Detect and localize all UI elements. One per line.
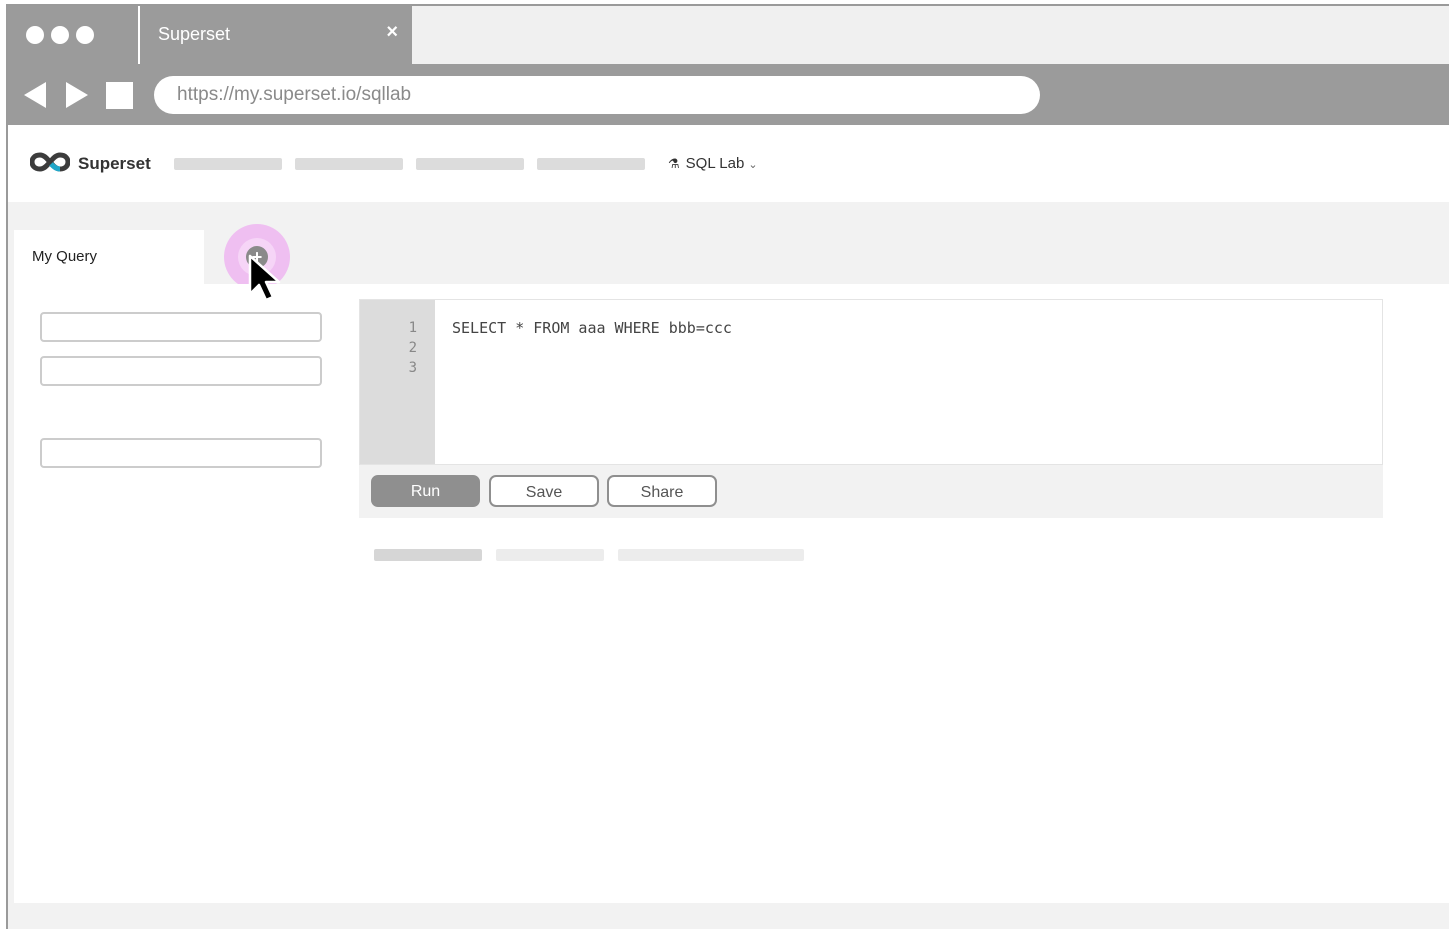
close-icon[interactable]: × [386, 22, 398, 42]
stop-icon[interactable] [106, 82, 133, 109]
query-tab-label: My Query [32, 248, 98, 265]
browser-tab-title: Superset [158, 24, 231, 44]
sqllab-menu[interactable]: ⚗ SQL Lab ⌄ [668, 155, 758, 172]
share-button[interactable]: Share [607, 475, 717, 507]
window-dot-icon[interactable] [51, 26, 69, 44]
back-icon[interactable] [24, 82, 46, 108]
menu-item-placeholder[interactable] [295, 158, 403, 170]
run-button[interactable]: Run [371, 475, 480, 507]
line-number: 3 [408, 360, 417, 376]
line-number-gutter: 1 2 3 [360, 300, 435, 464]
window-dot-icon[interactable] [26, 26, 44, 44]
superset-logo-icon[interactable] [30, 152, 70, 172]
code-line[interactable]: SELECT * FROM aaa WHERE bbb=ccc [452, 319, 732, 337]
window-dot-icon[interactable] [76, 26, 94, 44]
results-tab-placeholder[interactable] [618, 549, 804, 561]
browser-tab[interactable]: Superset × [140, 6, 412, 64]
window-controls [8, 6, 138, 64]
menu-item-placeholder[interactable] [537, 158, 645, 170]
sqllab-main: 1 2 3 SELECT * FROM aaa WHERE bbb=ccc Ru… [14, 284, 1449, 903]
app-header: Superset ⚗ SQL Lab ⌄ [8, 125, 1449, 202]
tab-my-query[interactable]: My Query [14, 230, 204, 284]
table-select[interactable] [40, 438, 322, 468]
flask-icon: ⚗ [668, 156, 680, 171]
browser-tab-strip: Superset × [8, 6, 1449, 64]
address-bar-area: https://my.superset.io/sqllab [8, 64, 1449, 125]
forward-icon[interactable] [66, 82, 88, 108]
browser-window: Superset × https://my.superset.io/sqllab… [6, 4, 1449, 929]
save-button[interactable]: Save [489, 475, 599, 507]
line-number: 1 [408, 320, 417, 336]
url-input[interactable]: https://my.superset.io/sqllab [154, 76, 1040, 114]
query-tabs: My Query + [14, 202, 1449, 290]
editor-toolbar: Run Save Share [359, 465, 1383, 518]
sql-editor[interactable]: 1 2 3 SELECT * FROM aaa WHERE bbb=ccc [359, 299, 1383, 465]
menu-item-placeholder[interactable] [174, 158, 282, 170]
menu-item-placeholder[interactable] [416, 158, 524, 170]
database-select[interactable] [40, 312, 322, 342]
schema-select[interactable] [40, 356, 322, 386]
brand-name[interactable]: Superset [78, 154, 151, 174]
sqllab-menu-label: SQL Lab [685, 155, 745, 172]
results-tab-placeholder[interactable] [374, 549, 482, 561]
mouse-cursor-icon [248, 254, 281, 302]
line-number: 2 [408, 340, 417, 356]
bottom-strip [14, 903, 1449, 929]
results-tab-placeholder[interactable] [496, 549, 604, 561]
chevron-down-icon: ⌄ [748, 159, 758, 171]
